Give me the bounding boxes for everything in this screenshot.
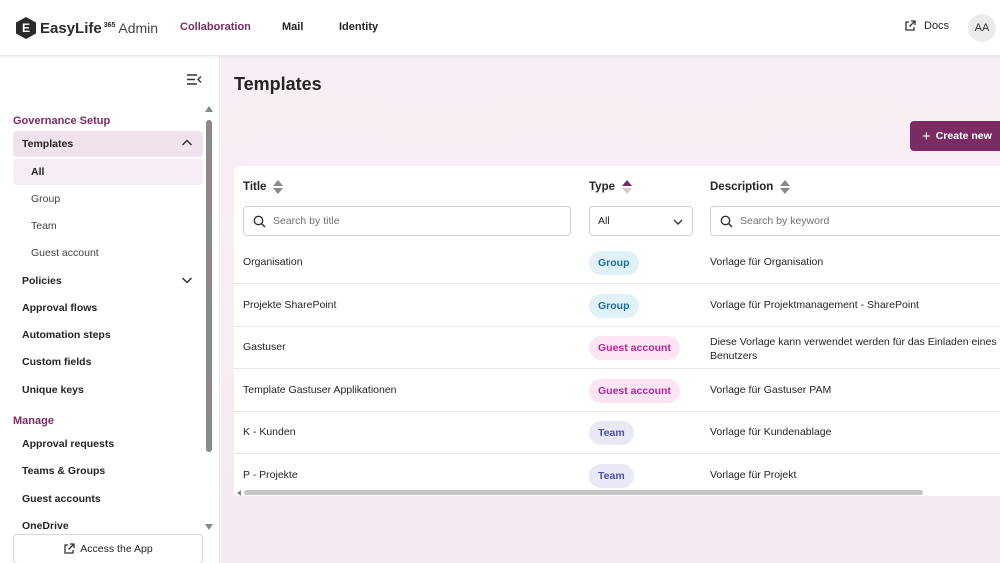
search-icon: [720, 215, 733, 228]
chevron-down-icon: [673, 219, 683, 225]
column-header-label: Title: [243, 181, 267, 193]
scroll-down-arrow-icon[interactable]: [205, 524, 213, 530]
sort-icon[interactable]: [780, 180, 791, 194]
row-title: P - Projekte: [243, 469, 298, 481]
sidebar-item-label: Policies: [22, 275, 62, 287]
scroll-left-arrow-icon[interactable]: [237, 490, 241, 496]
sidebar-item-approval-flows[interactable]: Approval flows: [13, 295, 203, 321]
row-description: Diese Vorlage kann verwendet werden für …: [710, 336, 1000, 362]
sidebar-item-teams-groups[interactable]: Teams & Groups: [13, 458, 203, 484]
table-row[interactable]: K - Kunden Team Vorlage für Kundenablage: [234, 412, 1000, 454]
logo-suffix: Admin: [118, 20, 159, 36]
logo-name: EasyLife: [40, 19, 102, 37]
search-icon: [253, 215, 266, 228]
chevron-up-icon: [181, 139, 193, 146]
docs-label: Docs: [924, 20, 950, 32]
sidebar: Governance Setup Templates All Group Tea…: [0, 56, 220, 563]
avatar[interactable]: AA: [968, 14, 996, 42]
collapse-sidebar-icon[interactable]: [186, 73, 202, 86]
type-badge: Team: [589, 464, 634, 488]
sidebar-item-label: Templates: [22, 138, 74, 150]
horizontal-scrollbar[interactable]: [237, 490, 923, 496]
type-badge: Group: [589, 294, 639, 318]
scroll-thumb[interactable]: [206, 120, 212, 452]
table-row[interactable]: Organisation Group Vorlage für Organisat…: [234, 242, 1000, 284]
column-header-type[interactable]: Type: [589, 180, 632, 194]
row-description: Vorlage für Organisation: [710, 256, 824, 268]
table-row[interactable]: Gastuser Guest account Diese Vorlage kan…: [234, 327, 1000, 369]
section-title-governance: Governance Setup: [13, 115, 111, 127]
sidebar-item-unique-keys[interactable]: Unique keys: [13, 377, 203, 403]
page-title: Templates: [234, 74, 322, 94]
search-title-input[interactable]: Search by title: [243, 206, 571, 236]
type-badge: Guest account: [589, 336, 680, 360]
sidebar-item-custom-fields[interactable]: Custom fields: [13, 349, 203, 375]
sidebar-item-automation-steps[interactable]: Automation steps: [13, 322, 203, 348]
row-description: Vorlage für Gastuser PAM: [710, 384, 832, 396]
search-title-placeholder: Search by title: [273, 215, 340, 227]
row-title: Projekte SharePoint: [243, 299, 337, 311]
access-app-button[interactable]: Access the App: [13, 534, 203, 563]
sidebar-item-policies[interactable]: Policies: [13, 268, 203, 294]
row-title: Organisation: [243, 256, 303, 268]
sidebar-subitem-all[interactable]: All: [13, 159, 203, 185]
external-link-icon: [905, 20, 916, 31]
type-badge: Group: [589, 251, 639, 275]
row-description: Vorlage für Projektmanagement - SharePoi…: [710, 299, 919, 311]
create-new-label: Create new: [935, 130, 992, 142]
scroll-up-arrow-icon[interactable]: [205, 106, 213, 112]
sidebar-item-approval-requests[interactable]: Approval requests: [13, 431, 203, 457]
templates-table: Title Type Description Search by title A…: [234, 166, 1000, 496]
search-keyword-placeholder: Search by keyword: [740, 215, 830, 227]
logo-mark-icon: E: [16, 17, 36, 39]
column-header-label: Type: [589, 181, 615, 193]
access-app-label: Access the App: [80, 543, 153, 555]
row-description: Vorlage für Kundenablage: [710, 426, 832, 438]
sidebar-scrollbar[interactable]: [205, 106, 213, 536]
external-link-icon: [64, 543, 75, 554]
plus-icon: +: [922, 127, 931, 145]
sidebar-subitem-group[interactable]: Group: [13, 186, 203, 212]
create-new-button[interactable]: + Create new: [910, 121, 1000, 151]
row-description: Vorlage für Projekt: [710, 469, 797, 481]
sort-icon[interactable]: [273, 180, 284, 194]
sidebar-subitem-team[interactable]: Team: [13, 213, 203, 239]
sidebar-subitem-guest-account[interactable]: Guest account: [13, 240, 203, 266]
logo-superscript: 365: [103, 21, 116, 29]
scroll-thumb[interactable]: [244, 490, 923, 495]
row-title: K - Kunden: [243, 426, 296, 438]
search-keyword-input[interactable]: Search by keyword: [710, 206, 1000, 236]
type-filter-select[interactable]: All: [589, 206, 693, 236]
main-content: Templates + Create new Title Type Descri…: [221, 56, 1000, 563]
column-header-label: Description: [710, 181, 774, 193]
top-bar: E EasyLife 365 Admin Collaboration Mail …: [0, 0, 1000, 56]
sidebar-item-guest-accounts[interactable]: Guest accounts: [13, 486, 203, 512]
docs-link[interactable]: Docs: [904, 20, 949, 32]
table-row[interactable]: Template Gastuser Applikationen Guest ac…: [234, 370, 1000, 412]
topnav-mail[interactable]: Mail: [282, 21, 303, 33]
sort-ascending-icon[interactable]: [622, 180, 632, 194]
app-logo[interactable]: E EasyLife 365 Admin: [16, 17, 158, 39]
type-badge: Guest account: [589, 379, 680, 403]
type-filter-value: All: [598, 215, 610, 227]
column-header-title[interactable]: Title: [243, 180, 284, 194]
topnav-identity[interactable]: Identity: [339, 21, 378, 33]
column-header-description[interactable]: Description: [710, 180, 791, 194]
row-title: Gastuser: [243, 341, 286, 353]
chevron-down-icon: [181, 277, 193, 284]
topnav-collaboration[interactable]: Collaboration: [180, 21, 251, 33]
section-title-manage: Manage: [13, 415, 54, 427]
table-row[interactable]: Projekte SharePoint Group Vorlage für Pr…: [234, 285, 1000, 327]
type-badge: Team: [589, 421, 634, 445]
row-title: Template Gastuser Applikationen: [243, 384, 397, 396]
sidebar-item-templates[interactable]: Templates: [13, 131, 203, 157]
